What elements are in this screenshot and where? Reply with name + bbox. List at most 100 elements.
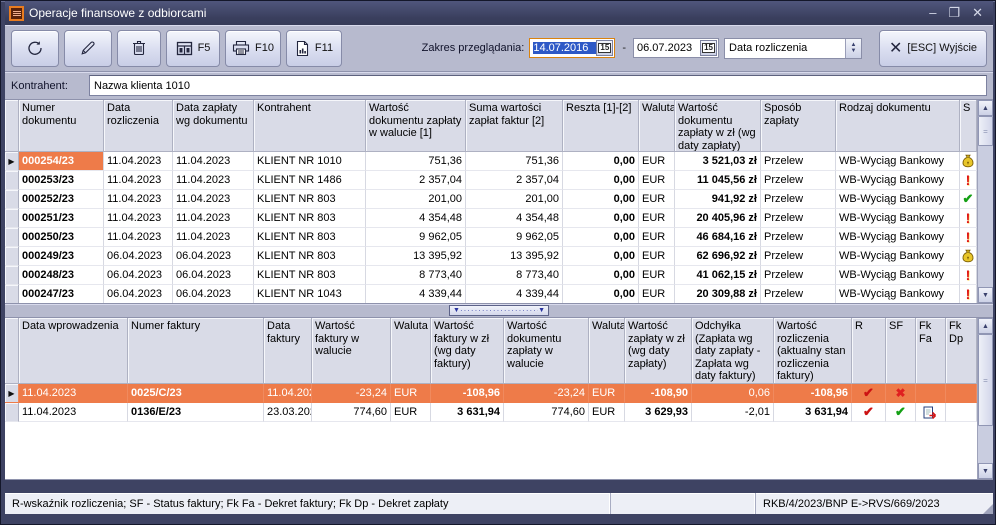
cell-numer-dokumentu[interactable]: 000250/23 [19, 228, 104, 247]
cell-status[interactable]: ! [960, 285, 977, 303]
cell-waluta[interactable]: EUR [639, 285, 675, 303]
cell-data-wprowadzenia[interactable]: 11.04.2023 [19, 384, 128, 403]
contractor-input[interactable] [89, 75, 987, 96]
cell-numer-dokumentu[interactable]: 000248/23 [19, 266, 104, 285]
cell-fk-fa[interactable] [916, 384, 946, 403]
cell-waluta[interactable]: EUR [639, 152, 675, 171]
cell-wartosc-dokumentu-zl[interactable]: 941,92 zł [675, 190, 761, 209]
scroll-thumb[interactable]: = [978, 116, 993, 146]
cell-reszta[interactable]: 0,00 [563, 190, 639, 209]
cell-wartosc-faktury-walucie[interactable]: -23,24 [312, 384, 391, 403]
column-header-data-rozliczenia[interactable]: Data rozliczenia [104, 100, 173, 152]
grid-splitter[interactable]: ▼ ······················· ▼ [5, 304, 993, 318]
cell-reszta[interactable]: 0,00 [563, 171, 639, 190]
cell-wartosc-dokumentu-zl[interactable]: 46 684,16 zł [675, 228, 761, 247]
scroll-up-icon[interactable]: ▲ [978, 318, 993, 334]
cell-wartosc-zaplaty-zl[interactable]: -108,90 [625, 384, 692, 403]
scroll-down-icon[interactable]: ▼ [978, 287, 993, 303]
cell-wartosc-dokumentu-walucie[interactable]: 751,36 [366, 152, 466, 171]
cell-data-faktury[interactable]: 11.04.2023 [264, 384, 312, 403]
cell-data-rozliczenia[interactable]: 11.04.2023 [104, 171, 173, 190]
scroll-down-icon[interactable]: ▼ [978, 463, 993, 479]
delete-button[interactable] [117, 30, 161, 67]
cell-fk-fa[interactable] [916, 403, 946, 422]
column-header-wartosc-dokumentu-walucie[interactable]: Wartość dokumentu zapłaty w walucie [1] [366, 100, 466, 152]
cell-numer-dokumentu[interactable]: 000251/23 [19, 209, 104, 228]
cell-sf[interactable]: ✔ [886, 403, 916, 422]
cell-numer-dokumentu[interactable]: 000252/23 [19, 190, 104, 209]
cell-rodzaj-dokumentu[interactable]: WB-Wyciąg Bankowy [836, 285, 960, 303]
date-from-field[interactable]: 14.07.2016 15 [529, 38, 615, 58]
column-header-numer-faktury[interactable]: Numer faktury [128, 318, 264, 384]
column-header-waluta[interactable]: Waluta [391, 318, 431, 384]
date-to-value[interactable]: 06.07.2023 [637, 42, 700, 54]
column-header-reszta[interactable]: Reszta [1]-[2] [563, 100, 639, 152]
cell-rodzaj-dokumentu[interactable]: WB-Wyciąg Bankowy [836, 171, 960, 190]
cell-suma-zaplat-faktur[interactable]: 8 773,40 [466, 266, 563, 285]
column-header-kontrahent[interactable]: Kontrahent [254, 100, 366, 152]
table-row[interactable]: ▶11.04.20230025/C/2311.04.2023-23,24EUR-… [5, 384, 977, 403]
cell-numer-dokumentu[interactable]: 000247/23 [19, 285, 104, 303]
cell-data-rozliczenia[interactable]: 11.04.2023 [104, 152, 173, 171]
sort-mode-select[interactable]: Data rozliczenia ▲▼ [724, 38, 862, 59]
cell-status[interactable] [960, 247, 977, 266]
cell-sf[interactable]: ✖ [886, 384, 916, 403]
cell-data-zaplaty-wg-dokumentu[interactable]: 06.04.2023 [173, 247, 254, 266]
calendar-icon[interactable]: 15 [596, 40, 613, 56]
column-header-wartosc-dokumentu-zl[interactable]: Wartość dokumentu zapłaty w zł (wg daty … [675, 100, 761, 152]
cell-sposob-zaplaty[interactable]: Przelew [761, 247, 836, 266]
column-header-wartosc-faktury-zl[interactable]: Wartość faktury w zł (wg daty faktury) [431, 318, 504, 384]
table-row[interactable]: 000251/2311.04.202311.04.2023KLIENT NR 8… [5, 209, 977, 228]
cell-r[interactable]: ✔ [852, 403, 886, 422]
cell-data-zaplaty-wg-dokumentu[interactable]: 11.04.2023 [173, 152, 254, 171]
cell-reszta[interactable]: 0,00 [563, 266, 639, 285]
column-header-sposob-zaplaty[interactable]: Sposób zapłaty [761, 100, 836, 152]
cell-reszta[interactable]: 0,00 [563, 228, 639, 247]
cell-sposob-zaplaty[interactable]: Przelew [761, 171, 836, 190]
cell-suma-zaplat-faktur[interactable]: 9 962,05 [466, 228, 563, 247]
cell-wartosc-dokumentu-walucie[interactable]: 4 354,48 [366, 209, 466, 228]
column-header-r[interactable]: R [852, 318, 886, 384]
cell-kontrahent[interactable]: KLIENT NR 1010 [254, 152, 366, 171]
cell-wartosc-faktury-zl[interactable]: -108,96 [431, 384, 504, 403]
resize-grip[interactable] [979, 493, 993, 514]
cell-status[interactable] [960, 152, 977, 171]
cell-numer-faktury[interactable]: 0136/E/23 [128, 403, 264, 422]
table-row[interactable]: 000250/2311.04.202311.04.2023KLIENT NR 8… [5, 228, 977, 247]
cell-data-wprowadzenia[interactable]: 11.04.2023 [19, 403, 128, 422]
cell-waluta[interactable]: EUR [639, 247, 675, 266]
report-f11-button[interactable]: F11 [286, 30, 342, 67]
cell-wartosc-rozliczenia[interactable]: 3 631,94 [774, 403, 852, 422]
cell-status[interactable]: ✔ [960, 190, 977, 209]
cell-sposob-zaplaty[interactable]: Przelew [761, 152, 836, 171]
cell-wartosc-zaplaty-zl[interactable]: 3 629,93 [625, 403, 692, 422]
cell-suma-zaplat-faktur[interactable]: 4 339,44 [466, 285, 563, 303]
scroll-thumb[interactable]: = [978, 334, 993, 426]
column-header-numer-dokumentu[interactable]: Numer dokumentu [19, 100, 104, 152]
cell-rodzaj-dokumentu[interactable]: WB-Wyciąg Bankowy [836, 209, 960, 228]
cell-rodzaj-dokumentu[interactable]: WB-Wyciąg Bankowy [836, 247, 960, 266]
cell-suma-zaplat-faktur[interactable]: 13 395,92 [466, 247, 563, 266]
cell-waluta-2[interactable]: EUR [589, 384, 625, 403]
cell-wartosc-dokumentu-walucie[interactable]: 9 962,05 [366, 228, 466, 247]
cell-rodzaj-dokumentu[interactable]: WB-Wyciąg Bankowy [836, 190, 960, 209]
cell-wartosc-dokumentu-zaplaty-walucie[interactable]: 774,60 [504, 403, 589, 422]
close-button[interactable]: ✕ [972, 3, 983, 23]
cell-reszta[interactable]: 0,00 [563, 152, 639, 171]
cell-data-zaplaty-wg-dokumentu[interactable]: 11.04.2023 [173, 190, 254, 209]
cell-sposob-zaplaty[interactable]: Przelew [761, 190, 836, 209]
cell-sposob-zaplaty[interactable]: Przelew [761, 266, 836, 285]
cell-wartosc-dokumentu-walucie[interactable]: 13 395,92 [366, 247, 466, 266]
spinner-updown-icon[interactable]: ▲▼ [845, 39, 861, 58]
cell-kontrahent[interactable]: KLIENT NR 803 [254, 209, 366, 228]
cell-waluta[interactable]: EUR [639, 209, 675, 228]
cell-wartosc-dokumentu-zl[interactable]: 41 062,15 zł [675, 266, 761, 285]
maximize-button[interactable]: ❐ [948, 3, 960, 23]
column-header-waluta-2[interactable]: Waluta [589, 318, 625, 384]
payments-scrollbar[interactable]: ▲ = ▼ [977, 100, 993, 303]
cell-data-zaplaty-wg-dokumentu[interactable]: 11.04.2023 [173, 171, 254, 190]
cell-suma-zaplat-faktur[interactable]: 2 357,04 [466, 171, 563, 190]
cell-waluta[interactable]: EUR [639, 171, 675, 190]
column-header-wartosc-faktury-walucie[interactable]: Wartość faktury w walucie [312, 318, 391, 384]
cell-numer-dokumentu[interactable]: 000249/23 [19, 247, 104, 266]
